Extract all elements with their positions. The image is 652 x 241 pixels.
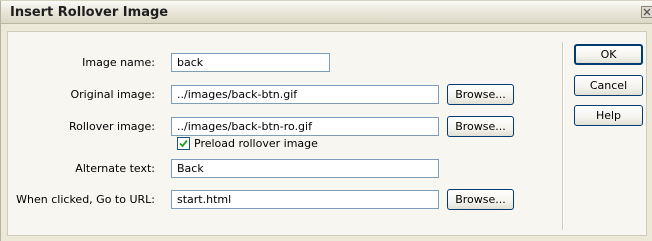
rollover-image-input[interactable]: ../images/back-btn-ro.gif <box>171 117 439 136</box>
form-panel: Image name: back Original image: ../imag… <box>7 31 647 236</box>
cancel-button[interactable]: Cancel <box>574 75 643 96</box>
original-image-label: Original image: <box>70 88 155 101</box>
help-button[interactable]: Help <box>574 105 643 126</box>
dialog-title: Insert Rollover Image <box>10 5 169 20</box>
image-name-input[interactable]: back <box>171 53 330 72</box>
url-browse-button[interactable]: Browse... <box>447 189 514 210</box>
preload-rollover-label[interactable]: Preload rollover image <box>194 137 318 150</box>
vertical-divider <box>562 42 563 230</box>
checkmark-icon <box>179 139 188 148</box>
alternate-text-input[interactable]: Back <box>171 159 439 178</box>
rollover-image-browse-button[interactable]: Browse... <box>447 116 514 137</box>
original-image-input[interactable]: ../images/back-btn.gif <box>171 85 439 104</box>
title-bar[interactable]: Insert Rollover Image <box>1 1 652 24</box>
original-image-browse-button[interactable]: Browse... <box>447 84 514 105</box>
ok-button[interactable]: OK <box>574 44 643 65</box>
image-name-label: Image name: <box>82 56 155 69</box>
rollover-image-label: Rollover image: <box>69 120 155 133</box>
go-to-url-input[interactable]: start.html <box>171 190 439 209</box>
go-to-url-label: When clicked, Go to URL: <box>16 193 155 206</box>
close-icon[interactable] <box>641 6 652 18</box>
insert-rollover-image-dialog: Insert Rollover Image Image name: back O… <box>0 0 652 241</box>
preload-rollover-checkbox[interactable] <box>177 137 190 150</box>
alternate-text-label: Alternate text: <box>75 162 155 175</box>
